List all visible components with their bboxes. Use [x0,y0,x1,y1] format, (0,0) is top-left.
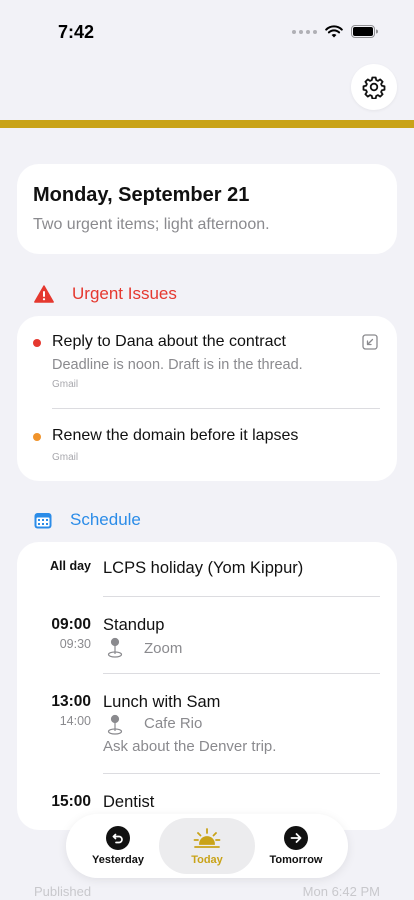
urgent-item-title: Renew the domain before it lapses [52,427,299,444]
day-navigation-bar: Yesterday Today Tomorrow [66,814,348,878]
arrow-right-icon [284,826,308,850]
published-label: Published [34,884,92,899]
event-end: 14:00 [59,714,91,728]
status-icons [292,25,378,38]
sunrise-icon [193,828,221,848]
schedule-card: All day LCPS holiday (Yom Kippur) 09:00 … [17,542,397,830]
calendar-icon [34,512,52,528]
priority-dot-red [33,339,41,347]
status-time: 7:42 [58,22,95,42]
schedule-section-header: Schedule [34,510,141,530]
tomorrow-button[interactable]: Tomorrow [262,818,330,874]
event-start: 13:00 [51,693,91,710]
accent-bar [0,120,414,128]
battery-icon [351,25,378,38]
urgent-item-title: Reply to Dana about the contract [52,333,286,350]
urgent-section-title: Urgent Issues [72,284,177,303]
event-start: 15:00 [51,793,91,810]
date-summary: Two urgent items; light afternoon. [33,216,270,233]
cellular-signal-icon [292,29,317,34]
event-location: Cafe Rio [144,715,203,732]
wifi-icon [325,25,343,38]
warning-icon [34,285,54,303]
settings-button[interactable] [351,64,397,110]
event-start: All day [50,559,91,573]
published-time: Mon 6:42 PM [302,884,380,899]
urgent-item[interactable]: Reply to Dana about the contract Deadlin… [17,316,397,408]
date-summary-card: Monday, September 21 Two urgent items; l… [17,164,397,254]
today-label: Today [191,854,223,866]
urgent-section-header: Urgent Issues [34,284,177,304]
open-external-icon[interactable] [362,334,378,350]
event-title: Standup [103,616,165,634]
urgent-item-description: Deadline is noon. Draft is in the thread… [52,357,303,373]
event-title: Lunch with Sam [103,693,221,711]
event-title: Dentist [103,793,155,811]
event-note: Ask about the Denver trip. [103,738,277,755]
event-row[interactable]: 09:00 09:30 Standup Zoom [17,597,397,673]
location-pin-icon [107,637,123,658]
undo-arrow-icon [106,826,130,850]
gear-icon [362,76,386,99]
yesterday-label: Yesterday [92,854,144,866]
event-row[interactable]: All day LCPS holiday (Yom Kippur) [17,542,397,596]
urgent-item[interactable]: Renew the domain before it lapses Gmail [17,409,397,479]
status-bar: 7:42 [0,0,414,60]
today-button[interactable]: Today [159,818,255,874]
yesterday-button[interactable]: Yesterday [84,818,152,874]
priority-dot-orange [33,433,41,441]
tomorrow-label: Tomorrow [269,854,323,866]
event-start: 09:00 [51,616,91,633]
event-title: LCPS holiday (Yom Kippur) [103,559,304,577]
event-end: 09:30 [59,637,91,651]
urgent-issues-card: Reply to Dana about the contract Deadlin… [17,316,397,481]
event-location: Zoom [144,640,183,657]
urgent-item-source: Gmail [52,379,79,390]
event-row[interactable]: 13:00 14:00 Lunch with Sam Cafe Rio Ask … [17,674,397,773]
urgent-item-source: Gmail [52,452,79,463]
location-pin-icon [107,714,123,735]
date-title: Monday, September 21 [33,184,250,206]
schedule-section-title: Schedule [70,510,141,529]
